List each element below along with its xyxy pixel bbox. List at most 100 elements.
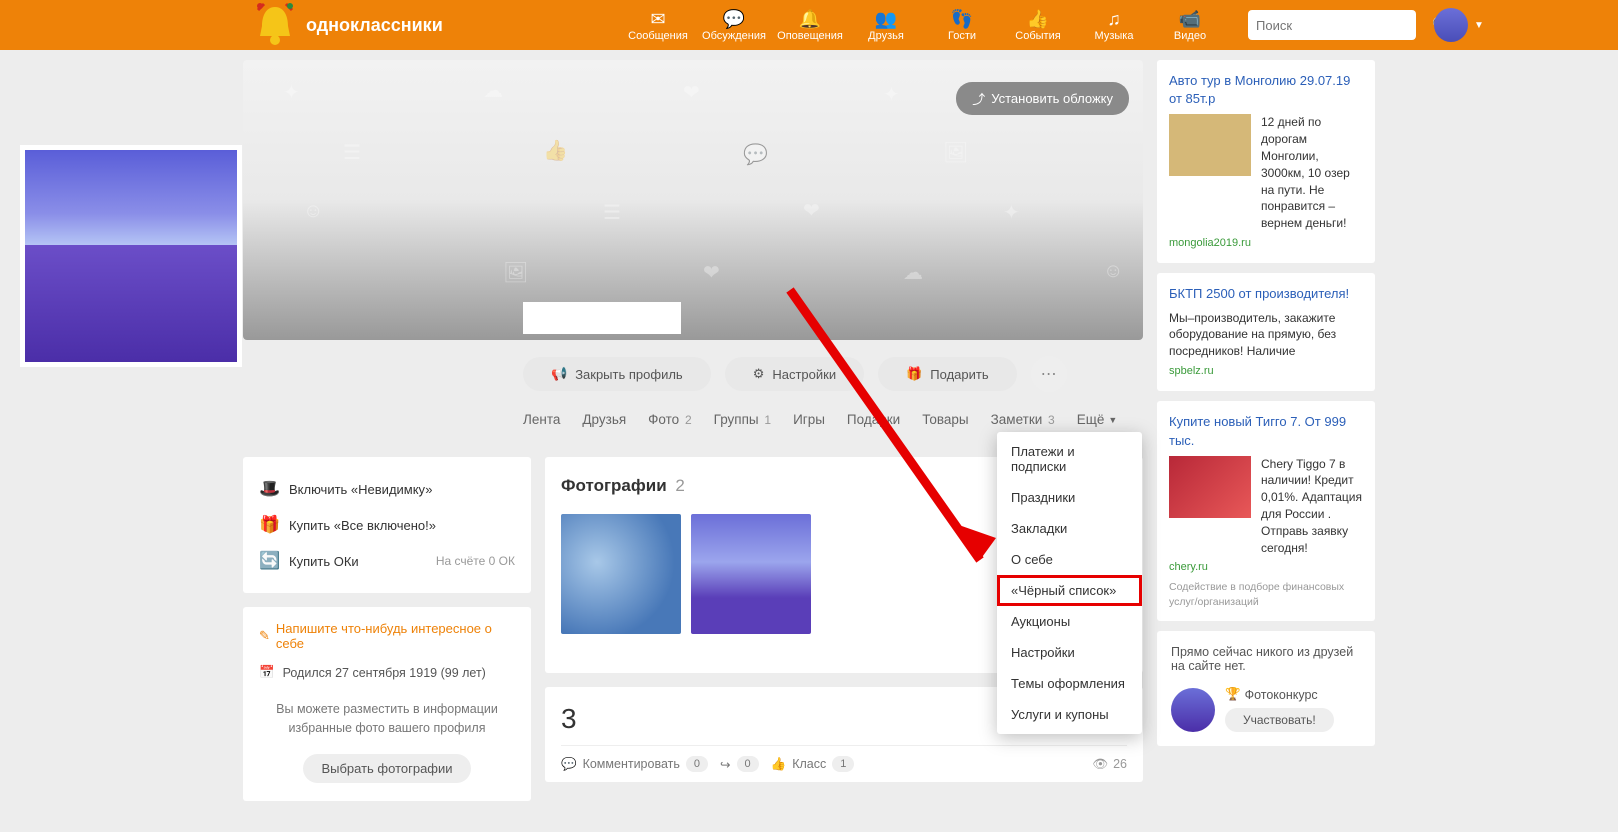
tab-goods[interactable]: Товары	[922, 412, 968, 427]
giftbox-icon: 🎁	[259, 515, 279, 535]
speech-icon: 💬	[723, 8, 745, 30]
contest-button[interactable]: Участвовать!	[1225, 708, 1334, 732]
tab-notes[interactable]: Заметки 3	[991, 412, 1055, 427]
upload-icon: ⤴	[972, 89, 985, 108]
profile-cover: ✦☁❤✦ ☰👍💬🖼 ☺☰❤✦ 🖼❤☁☺ ⤴ Установить обложку	[243, 60, 1143, 340]
nav-messages[interactable]: ✉Сообщения	[620, 8, 696, 42]
share-icon: ↪	[720, 757, 730, 772]
klass-button[interactable]: 👍Класс1	[771, 756, 855, 772]
dropdown-item-auctions[interactable]: Аукционы	[997, 606, 1142, 637]
ad-title[interactable]: БКТП 2500 от производителя!	[1169, 285, 1363, 303]
ad-source: mongolia2019.ru	[1169, 236, 1363, 251]
header-nav: ✉Сообщения 💬Обсуждения 🔔Оповещения 👥Друз…	[620, 8, 1228, 42]
ad-note: Содействие в подборе финансовых услуг/ор…	[1169, 580, 1363, 609]
profile-avatar[interactable]	[20, 145, 242, 367]
dropdown-item-about[interactable]: О себе	[997, 544, 1142, 575]
footprints-icon: 👣	[951, 8, 973, 30]
eye-icon: 👁	[1092, 757, 1108, 772]
search-input[interactable]	[1256, 18, 1432, 33]
share-button[interactable]: ↪0	[720, 756, 759, 772]
dropdown-item-themes[interactable]: Темы оформления	[997, 668, 1142, 699]
link-all-inclusive[interactable]: 🎁Купить «Все включено!»	[259, 507, 515, 543]
link-buy-ok[interactable]: 🔄Купить ОКиНа счёте 0 ОК	[259, 543, 515, 579]
ad-source: spbelz.ru	[1169, 364, 1363, 379]
photos-title: Фотографии 2	[561, 476, 685, 496]
site-logo[interactable]: одноклассники	[250, 2, 443, 48]
ad-image	[1169, 114, 1251, 176]
about-desc: Вы можете разместить в информации избран…	[259, 700, 515, 738]
dropdown-item-settings[interactable]: Настройки	[997, 637, 1142, 668]
tab-groups[interactable]: Группы 1	[714, 412, 771, 427]
ad-text: 12 дней по дорогам Монголии, 3000км, 10 …	[1261, 114, 1363, 232]
nav-events[interactable]: 👍События	[1000, 8, 1076, 42]
views-count: 👁26	[1092, 757, 1127, 772]
envelope-icon: ✉	[650, 8, 665, 30]
ad-block[interactable]: Купите новый Тигго 7. От 999 тыс. Chery …	[1157, 401, 1375, 621]
gift-icon: 🎁	[906, 366, 922, 382]
about-panel: ✎Напишите что-нибудь интересное о себе 📅…	[243, 607, 531, 801]
comment-button[interactable]: 💬Комментировать0	[561, 756, 708, 772]
trophy-icon: 🏆	[1225, 687, 1241, 702]
quick-links-panel: 🎩Включить «Невидимку» 🎁Купить «Все включ…	[243, 457, 531, 593]
ad-title[interactable]: Авто тур в Монголию 29.07.19 от 85т.р	[1169, 72, 1363, 108]
dropdown-item-payments[interactable]: Платежи и подписки	[997, 436, 1142, 482]
ad-source: chery.ru	[1169, 560, 1363, 575]
nav-video[interactable]: 📹Видео	[1152, 8, 1228, 42]
comment-icon: 💬	[561, 757, 577, 772]
ad-text: Мы–производитель, закажите оборудование …	[1169, 310, 1363, 360]
tab-photo[interactable]: Фото 2	[648, 412, 691, 427]
nav-notifications[interactable]: 🔔Оповещения	[772, 8, 848, 42]
video-icon: 📹	[1179, 8, 1201, 30]
contest-title: 🏆Фотоконкурс	[1225, 687, 1361, 702]
tab-friends[interactable]: Друзья	[582, 412, 626, 427]
ad-title[interactable]: Купите новый Тигго 7. От 999 тыс.	[1169, 413, 1363, 449]
profile-name	[523, 302, 681, 334]
thumbsup-icon: 👍	[1027, 8, 1049, 30]
pencil-icon: ✎	[259, 628, 270, 644]
dropdown-item-blacklist[interactable]: «Чёрный список»	[997, 575, 1142, 606]
tab-gifts[interactable]: Подарки	[847, 412, 900, 427]
bell-nav-icon: 🔔	[799, 8, 821, 30]
dropdown-item-bookmarks[interactable]: Закладки	[997, 513, 1142, 544]
ad-image	[1169, 456, 1251, 518]
chevron-down-icon[interactable]: ▼	[1474, 20, 1484, 31]
link-invisible[interactable]: 🎩Включить «Невидимку»	[259, 471, 515, 507]
contest-block: 🏆Фотоконкурс Участвовать!	[1171, 687, 1361, 732]
people-icon: 👥	[875, 8, 897, 30]
ad-block[interactable]: БКТП 2500 от производителя! Мы–производи…	[1157, 273, 1375, 391]
coins-icon: 🔄	[259, 551, 279, 571]
top-header: одноклассники ✉Сообщения 💬Обсуждения 🔔Оп…	[0, 0, 1618, 50]
site-name: одноклассники	[306, 15, 443, 36]
gear-icon: ⚙	[753, 366, 765, 382]
more-actions-button[interactable]: ⋯	[1031, 356, 1067, 392]
search-box[interactable]: 🔍	[1248, 10, 1416, 40]
tab-feed[interactable]: Лента	[523, 412, 560, 427]
choose-photos-button[interactable]: Выбрать фотографии	[303, 754, 470, 783]
nav-guests[interactable]: 👣Гости	[924, 8, 1000, 42]
calendar-icon: 📅	[259, 665, 275, 680]
write-about-link[interactable]: ✎Напишите что-нибудь интересное о себе	[259, 621, 515, 651]
gift-button[interactable]: 🎁Подарить	[878, 357, 1017, 391]
hat-icon: 🎩	[259, 479, 279, 499]
bell-icon	[250, 2, 300, 48]
user-avatar[interactable]	[1434, 8, 1468, 42]
dropdown-item-services[interactable]: Услуги и купоны	[997, 699, 1142, 730]
music-icon: ♫	[1107, 8, 1121, 30]
photo-thumb[interactable]	[561, 514, 681, 634]
ad-block[interactable]: Авто тур в Монголию 29.07.19 от 85т.р 12…	[1157, 60, 1375, 263]
friends-online-panel: Прямо сейчас никого из друзей на сайте н…	[1157, 631, 1375, 746]
nav-music[interactable]: ♫Музыка	[1076, 8, 1152, 42]
ad-text: Chery Tiggo 7 в наличии! Кредит 0,01%. А…	[1261, 456, 1363, 557]
nav-discussions[interactable]: 💬Обсуждения	[696, 8, 772, 42]
friends-online-text: Прямо сейчас никого из друзей на сайте н…	[1171, 645, 1361, 673]
photo-thumb[interactable]	[691, 514, 811, 634]
set-cover-button[interactable]: ⤴ Установить обложку	[956, 82, 1129, 115]
settings-button[interactable]: ⚙Настройки	[725, 357, 864, 391]
close-profile-button[interactable]: 📢Закрыть профиль	[523, 357, 711, 391]
contest-avatar	[1171, 688, 1215, 732]
dropdown-item-holidays[interactable]: Праздники	[997, 482, 1142, 513]
tab-more[interactable]: Ещё ▼	[1077, 412, 1118, 427]
nav-friends[interactable]: 👥Друзья	[848, 8, 924, 42]
caret-down-icon: ▼	[1108, 415, 1117, 425]
tab-games[interactable]: Игры	[793, 412, 825, 427]
